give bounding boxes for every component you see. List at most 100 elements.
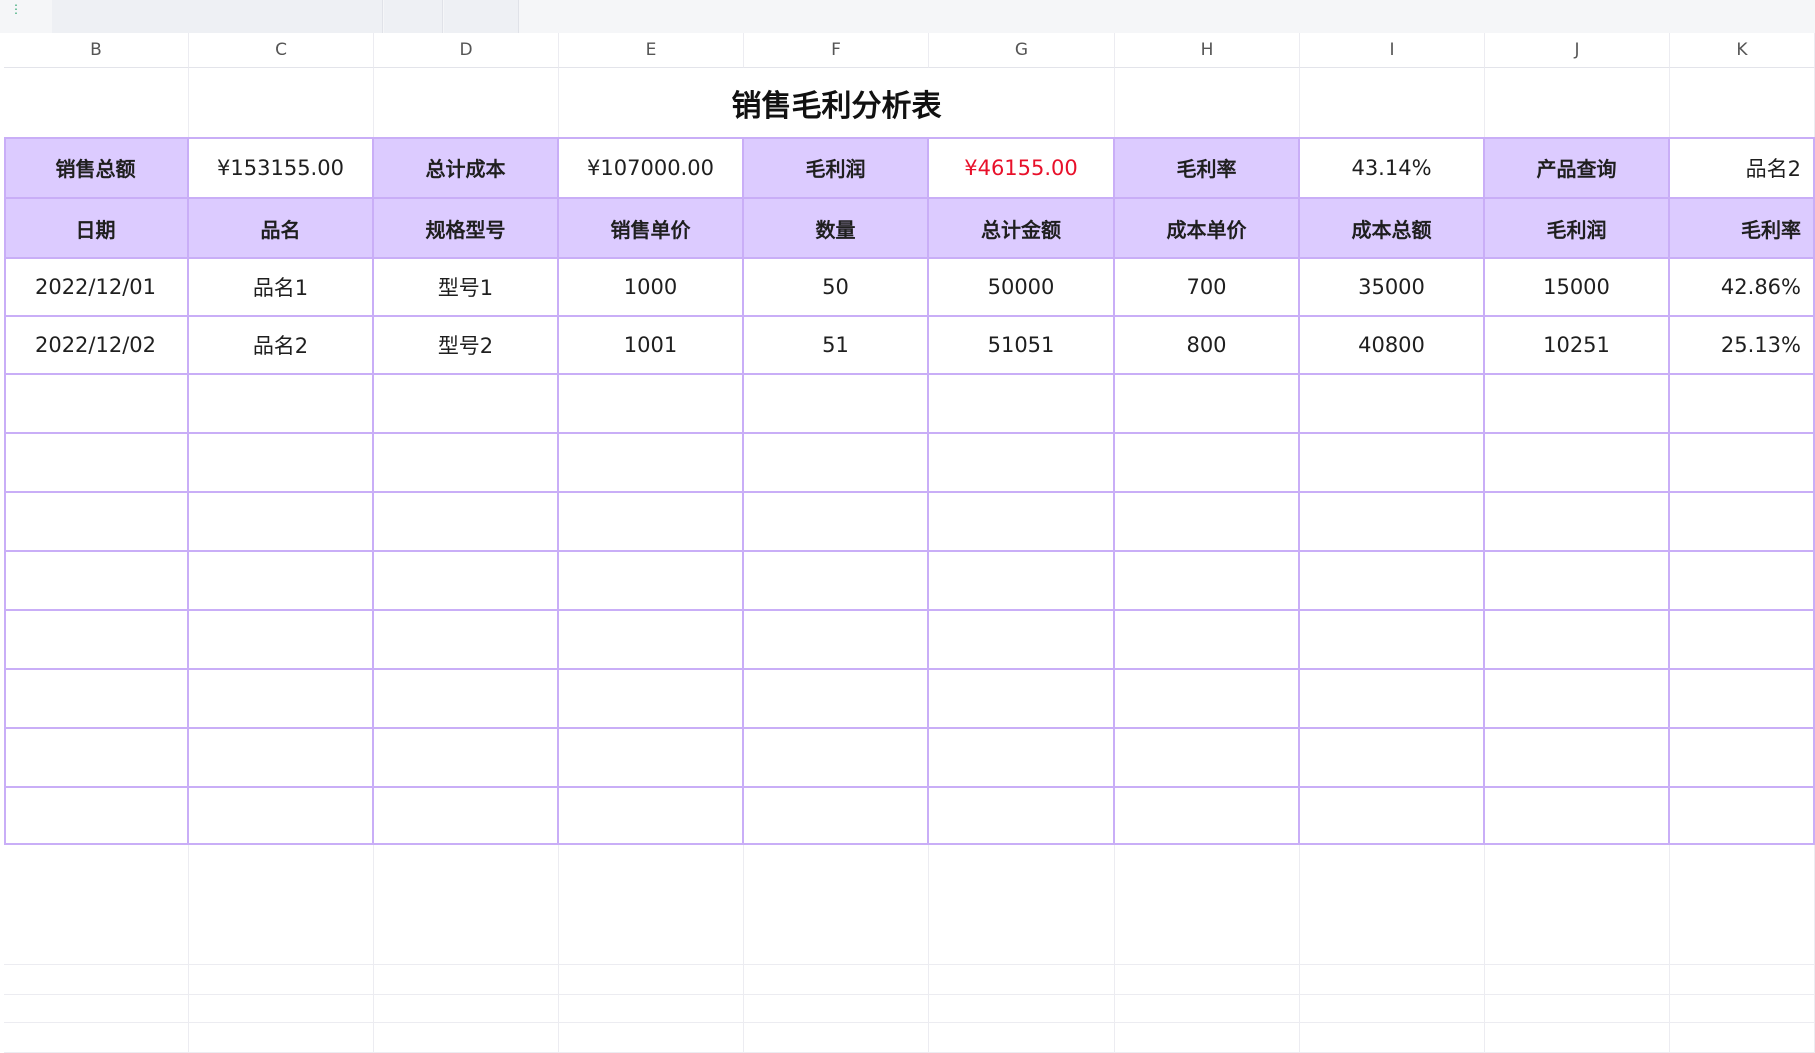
table-cell[interactable]: 42.86% xyxy=(1670,259,1815,317)
header-date[interactable]: 日期 xyxy=(4,199,189,259)
header-total-cost[interactable]: 成本总额 xyxy=(1300,199,1485,259)
table-cell[interactable]: 型号2 xyxy=(374,317,559,375)
empty-cell[interactable] xyxy=(1485,552,1670,611)
empty-cell[interactable] xyxy=(189,68,374,138)
empty-cell[interactable] xyxy=(374,729,559,788)
empty-cell[interactable] xyxy=(559,788,744,845)
empty-cell[interactable] xyxy=(744,1023,929,1053)
empty-cell[interactable] xyxy=(1115,729,1300,788)
toolbar-segment[interactable] xyxy=(444,0,519,33)
empty-cell[interactable] xyxy=(1670,965,1815,995)
column-header-j[interactable]: J xyxy=(1485,33,1670,68)
empty-cell[interactable] xyxy=(4,845,189,965)
empty-cell[interactable] xyxy=(929,845,1115,965)
empty-cell[interactable] xyxy=(1115,788,1300,845)
empty-cell[interactable] xyxy=(744,670,929,729)
empty-cell[interactable] xyxy=(189,729,374,788)
empty-cell[interactable] xyxy=(4,68,189,138)
empty-cell[interactable] xyxy=(1300,375,1485,434)
empty-cell[interactable] xyxy=(374,670,559,729)
empty-cell[interactable] xyxy=(1115,845,1300,965)
empty-cell[interactable] xyxy=(1300,611,1485,670)
table-cell[interactable]: 2022/12/01 xyxy=(4,259,189,317)
header-unit-cost[interactable]: 成本单价 xyxy=(1115,199,1300,259)
empty-cell[interactable] xyxy=(929,611,1115,670)
column-header-c[interactable]: C xyxy=(189,33,374,68)
toolbar-segment[interactable] xyxy=(384,0,443,33)
empty-cell[interactable] xyxy=(1485,845,1670,965)
empty-cell[interactable] xyxy=(559,729,744,788)
empty-cell[interactable] xyxy=(4,611,189,670)
empty-cell[interactable] xyxy=(929,670,1115,729)
empty-cell[interactable] xyxy=(744,552,929,611)
margin-label[interactable]: 毛利率 xyxy=(1115,138,1300,199)
empty-cell[interactable] xyxy=(1115,670,1300,729)
empty-cell[interactable] xyxy=(1300,965,1485,995)
empty-cell[interactable] xyxy=(1115,68,1300,138)
empty-cell[interactable] xyxy=(189,788,374,845)
empty-cell[interactable] xyxy=(1485,434,1670,493)
empty-cell[interactable] xyxy=(1485,493,1670,552)
empty-cell[interactable] xyxy=(189,493,374,552)
product-query-label[interactable]: 产品查询 xyxy=(1485,138,1670,199)
empty-cell[interactable] xyxy=(4,434,189,493)
empty-cell[interactable] xyxy=(1115,493,1300,552)
empty-cell[interactable] xyxy=(1300,845,1485,965)
empty-cell[interactable] xyxy=(1670,995,1815,1023)
empty-cell[interactable] xyxy=(1115,375,1300,434)
empty-cell[interactable] xyxy=(559,1023,744,1053)
empty-cell[interactable] xyxy=(1485,965,1670,995)
table-cell[interactable]: 10251 xyxy=(1485,317,1670,375)
header-quantity[interactable]: 数量 xyxy=(744,199,929,259)
empty-cell[interactable] xyxy=(1300,995,1485,1023)
empty-cell[interactable] xyxy=(1670,68,1815,138)
empty-cell[interactable] xyxy=(1670,552,1815,611)
sales-total-value[interactable]: ¥153155.00 xyxy=(189,138,374,199)
sheet-title[interactable]: 销售毛利分析表 xyxy=(559,68,1115,138)
empty-cell[interactable] xyxy=(744,611,929,670)
column-header-g[interactable]: G xyxy=(929,33,1115,68)
empty-cell[interactable] xyxy=(559,552,744,611)
table-cell[interactable]: 700 xyxy=(1115,259,1300,317)
table-cell[interactable]: 15000 xyxy=(1485,259,1670,317)
empty-cell[interactable] xyxy=(4,375,189,434)
table-cell[interactable]: 25.13% xyxy=(1670,317,1815,375)
table-cell[interactable]: 50 xyxy=(744,259,929,317)
empty-cell[interactable] xyxy=(189,965,374,995)
empty-cell[interactable] xyxy=(929,729,1115,788)
header-gross-profit[interactable]: 毛利润 xyxy=(1485,199,1670,259)
empty-cell[interactable] xyxy=(1670,729,1815,788)
empty-cell[interactable] xyxy=(1670,375,1815,434)
empty-cell[interactable] xyxy=(929,995,1115,1023)
empty-cell[interactable] xyxy=(559,375,744,434)
empty-cell[interactable] xyxy=(744,788,929,845)
column-header-i[interactable]: I xyxy=(1300,33,1485,68)
empty-cell[interactable] xyxy=(929,434,1115,493)
empty-cell[interactable] xyxy=(4,788,189,845)
empty-cell[interactable] xyxy=(189,375,374,434)
empty-cell[interactable] xyxy=(374,434,559,493)
empty-cell[interactable] xyxy=(1300,434,1485,493)
empty-cell[interactable] xyxy=(1300,729,1485,788)
empty-cell[interactable] xyxy=(559,965,744,995)
formula-bar[interactable] xyxy=(52,0,383,33)
empty-cell[interactable] xyxy=(189,1023,374,1053)
table-cell[interactable]: 1001 xyxy=(559,317,744,375)
empty-cell[interactable] xyxy=(744,434,929,493)
empty-cell[interactable] xyxy=(1485,788,1670,845)
cost-total-label[interactable]: 总计成本 xyxy=(374,138,559,199)
empty-cell[interactable] xyxy=(4,552,189,611)
product-query-value[interactable]: 品名2 xyxy=(1670,138,1815,199)
empty-cell[interactable] xyxy=(1670,845,1815,965)
empty-cell[interactable] xyxy=(1300,552,1485,611)
empty-cell[interactable] xyxy=(929,788,1115,845)
header-total-amount[interactable]: 总计金额 xyxy=(929,199,1115,259)
column-header-h[interactable]: H xyxy=(1115,33,1300,68)
column-header-d[interactable]: D xyxy=(374,33,559,68)
empty-cell[interactable] xyxy=(1670,670,1815,729)
cost-total-value[interactable]: ¥107000.00 xyxy=(559,138,744,199)
empty-cell[interactable] xyxy=(559,670,744,729)
gross-profit-value[interactable]: ¥46155.00 xyxy=(929,138,1115,199)
empty-cell[interactable] xyxy=(1670,611,1815,670)
empty-cell[interactable] xyxy=(374,995,559,1023)
